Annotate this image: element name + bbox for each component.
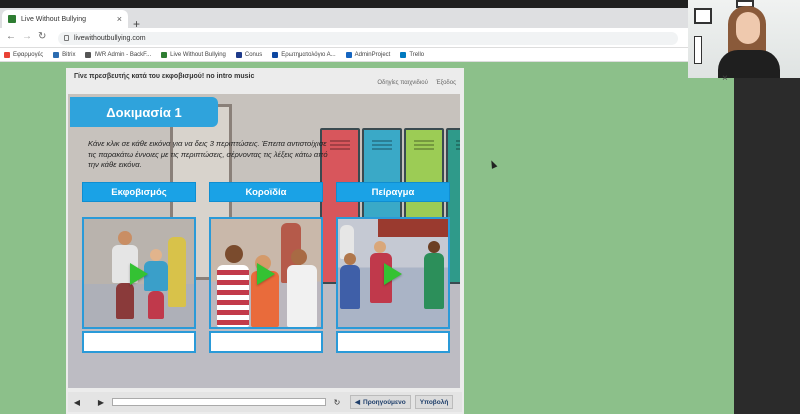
play-icon[interactable]	[257, 263, 275, 285]
scenario-card-3[interactable]	[336, 217, 450, 329]
label-mocking[interactable]: Κοροϊδία	[209, 182, 323, 202]
replay-icon[interactable]: ↻	[332, 397, 342, 407]
student-legs	[148, 291, 164, 319]
bookmark-favicon-icon	[53, 51, 60, 58]
bookmark-favicon-icon	[272, 51, 279, 58]
url-input[interactable]: livewithoutbullying.com	[58, 32, 678, 45]
previous-label: Προηγούμενο	[363, 398, 406, 406]
tab-close-icon[interactable]: ×	[117, 14, 122, 24]
game-links: Οδηγίες παιχνιδιού Έξοδος	[377, 80, 456, 86]
reload-icon[interactable]: ↻	[38, 31, 46, 42]
student-head	[150, 249, 162, 261]
drop-zone-3[interactable]	[336, 331, 450, 353]
url-text: livewithoutbullying.com	[74, 35, 146, 42]
player-controls: ◀ ▶ ↻ ◀ Προηγούμενο Υποβολή	[68, 392, 462, 412]
ceiling-beam	[378, 219, 448, 237]
bookmark-item[interactable]: Bitrix	[53, 51, 76, 58]
label-bullying[interactable]: Εκφοβισμός	[82, 182, 196, 202]
bookmark-item[interactable]: Εφαρμογές	[4, 51, 44, 58]
dark-side-panel	[734, 78, 800, 414]
bookmark-label: Live Without Bullying	[170, 51, 226, 58]
play-icon[interactable]	[130, 263, 148, 285]
bookmark-favicon-icon	[400, 51, 407, 58]
back-arrow-icon[interactable]: ←	[6, 31, 16, 42]
student-head	[344, 253, 356, 265]
bookmark-label: Bitrix	[62, 51, 76, 58]
student-figure	[217, 265, 249, 327]
bookmark-label: Trello	[409, 51, 425, 58]
bookmark-item[interactable]: AdminProject	[345, 51, 391, 58]
window-top-strip	[0, 0, 690, 8]
student-figure	[424, 253, 444, 309]
game-stage: Δοκιμασία 1 Κάνε κλικ σε κάθε εικόνα για…	[68, 94, 460, 388]
lock-icon	[64, 35, 69, 41]
bookmark-favicon-icon	[345, 51, 352, 58]
play-pause-icon[interactable]: ▶	[96, 397, 106, 407]
person-face	[736, 12, 760, 44]
submit-label: Υποβολή	[419, 398, 449, 406]
browser-tab[interactable]: Live Without Bullying ×	[2, 10, 128, 28]
bookmark-favicon-icon	[161, 51, 168, 58]
student-figure	[340, 265, 360, 309]
site-favicon-icon	[8, 15, 16, 23]
play-icon[interactable]	[384, 263, 402, 285]
bookmark-label: Ερωτηματολόγιο Α...	[281, 51, 336, 58]
task-title: Δοκιμασία 1	[70, 97, 218, 127]
scenario-card-2[interactable]	[209, 217, 323, 329]
scenario-card-1[interactable]	[82, 217, 196, 329]
submit-button[interactable]: Υποβολή	[414, 395, 454, 409]
bookmarks-bar: Εφαρμογές Bitrix IWR Admin - BackF... Live …	[0, 48, 690, 62]
previous-button[interactable]: ◀ Προηγούμενο	[350, 395, 411, 409]
drop-zone-2[interactable]	[209, 331, 323, 353]
webcam-overlay	[688, 0, 800, 78]
wall-picture-frame	[694, 36, 702, 64]
task-instructions: Κάνε κλικ σε κάθε εικόνα για να δεις 3 π…	[88, 139, 328, 170]
bookmark-label: AdminProject	[354, 51, 391, 58]
bookmark-item[interactable]: Live Without Bullying	[161, 51, 226, 58]
student-head	[118, 231, 132, 245]
bookmark-label: Εφαρμογές	[13, 51, 44, 58]
chevron-left-icon: ◀	[355, 399, 360, 406]
bookmark-label: Conus	[244, 51, 263, 58]
drop-zone-1[interactable]	[82, 331, 196, 353]
instructions-link[interactable]: Οδηγίες παιχνιδιού	[377, 80, 428, 86]
tab-bar: Live Without Bullying × +	[0, 8, 690, 31]
mouse-cursor-icon	[488, 159, 498, 169]
tab-title: Live Without Bullying	[21, 15, 86, 23]
student-figure	[287, 265, 317, 327]
student-head	[291, 249, 307, 265]
game-title: Γίνε πρεσβευτής κατά του εκφοβισμού! no …	[74, 73, 255, 80]
bookmark-item[interactable]: Conus	[235, 51, 263, 58]
game-window: Γίνε πρεσβευτής κατά του εκφοβισμού! no …	[66, 68, 464, 414]
bookmark-favicon-icon	[4, 51, 10, 58]
label-teasing[interactable]: Πείραγμα	[336, 182, 450, 202]
bookmark-favicon-icon	[85, 51, 92, 58]
bookmark-label: IWR Admin - BackF...	[94, 51, 152, 58]
seek-bar[interactable]	[112, 398, 326, 406]
volume-icon[interactable]: ◀	[72, 397, 82, 407]
bookmark-item[interactable]: Trello	[400, 51, 425, 58]
forward-arrow-icon[interactable]: →	[22, 31, 32, 42]
address-bar: ← → ↻ livewithoutbullying.com	[0, 28, 690, 48]
student-head	[374, 241, 386, 253]
locker-door	[168, 237, 186, 307]
exit-link[interactable]: Έξοδος	[436, 80, 456, 86]
close-icon[interactable]: ×	[722, 73, 728, 84]
student-head	[225, 245, 243, 263]
wall-picture-frame	[694, 8, 712, 24]
bookmark-item[interactable]: Ερωτηματολόγιο Α...	[272, 51, 336, 58]
bookmark-item[interactable]: IWR Admin - BackF...	[85, 51, 152, 58]
bookmark-favicon-icon	[235, 51, 242, 58]
student-head	[428, 241, 440, 253]
student-legs	[116, 283, 134, 319]
